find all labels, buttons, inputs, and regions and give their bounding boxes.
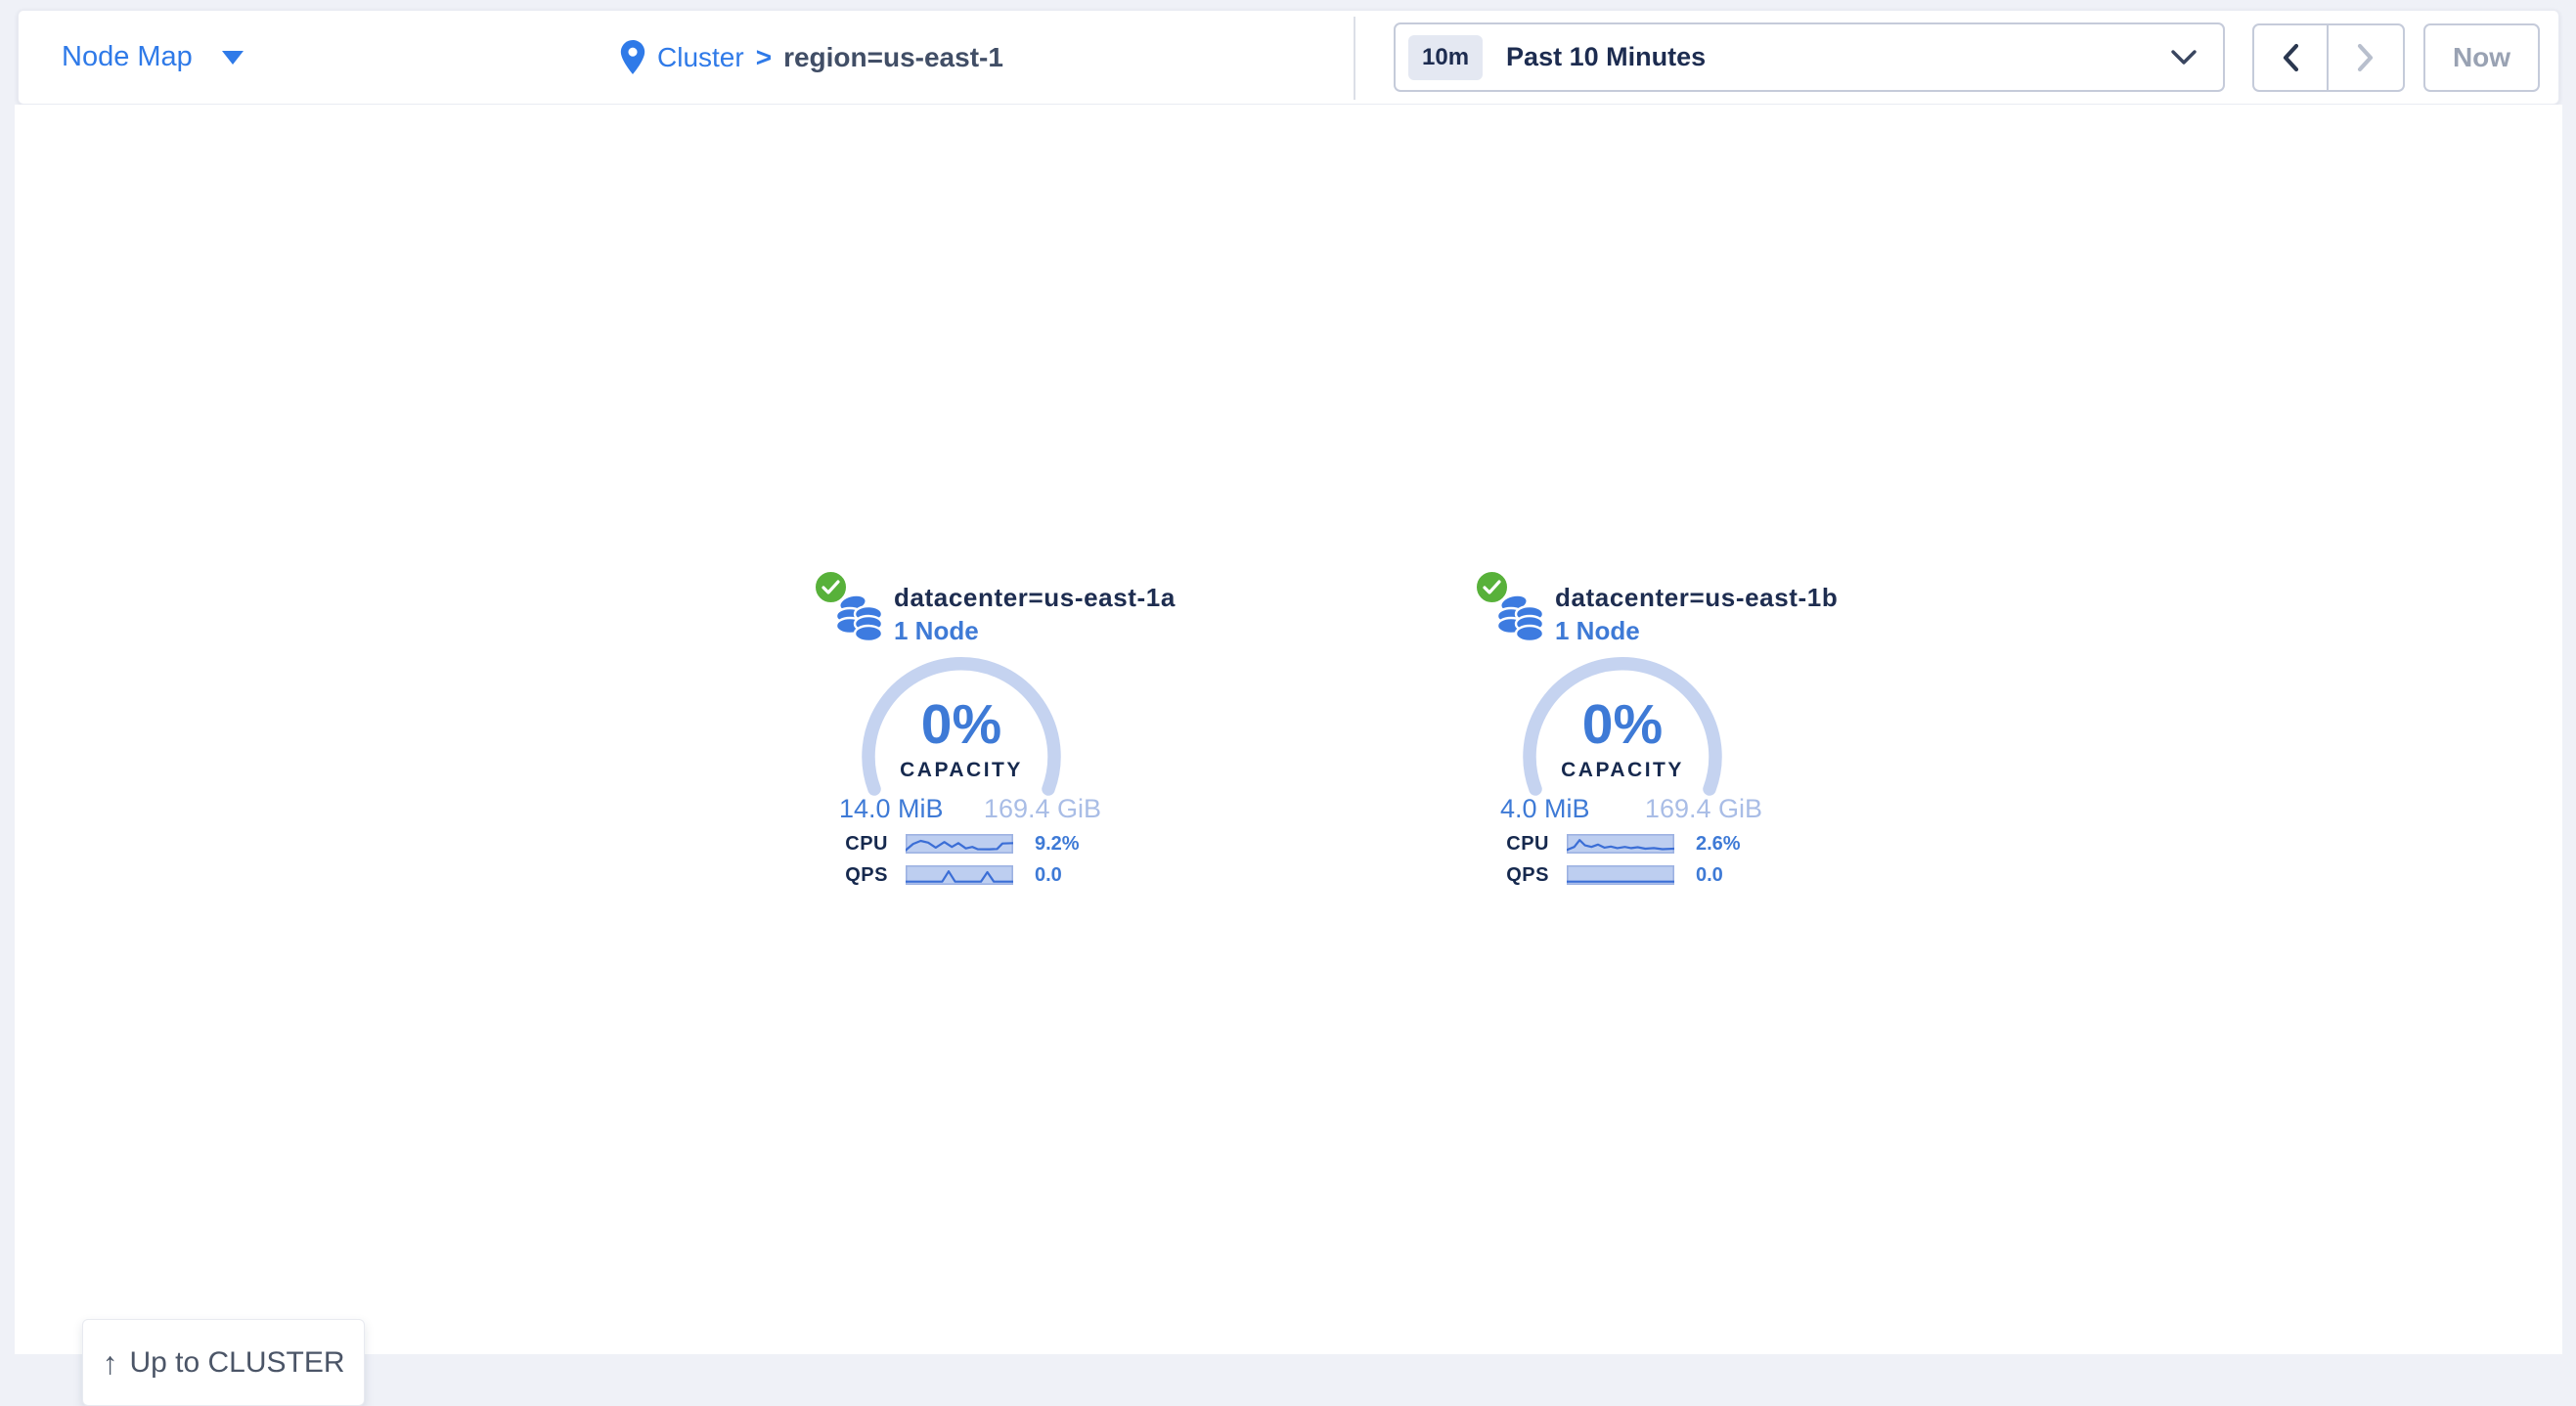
up-to-cluster-label: Up to CLUSTER (129, 1346, 344, 1380)
qps-metric-row: QPS 0.0 (822, 863, 1101, 887)
cpu-sparkline (1567, 834, 1674, 854)
chevron-left-icon (2280, 42, 2301, 73)
up-to-cluster-button[interactable]: ↑ Up to CLUSTER (82, 1319, 365, 1406)
time-window-select[interactable]: 10m Past 10 Minutes (1394, 22, 2225, 92)
cpu-label: CPU (822, 833, 888, 856)
capacity-gauge: 0% CAPACITY (858, 653, 1065, 802)
cpu-metric-row: CPU 9.2% (822, 832, 1101, 856)
cpu-value: 9.2% (1035, 833, 1080, 856)
capacity-values-row: 14.0 MiB 169.4 GiB (839, 794, 1101, 824)
topbar-divider (1354, 17, 1355, 100)
time-prev-button[interactable] (2254, 25, 2329, 90)
up-arrow-icon: ↑ (102, 1347, 117, 1379)
qps-value: 0.0 (1696, 864, 1723, 887)
locality-card-us-east-1a[interactable]: datacenter=us-east-1a 1 Node 0% CAPACITY… (822, 567, 1101, 892)
capacity-total: 169.4 GiB (984, 794, 1101, 824)
capacity-percent: 0% (1519, 692, 1726, 757)
time-window-label: Past 10 Minutes (1506, 42, 1706, 72)
cpu-metric-row: CPU 2.6% (1483, 832, 1762, 856)
time-next-button[interactable] (2329, 25, 2403, 90)
cpu-sparkline (906, 834, 1013, 854)
time-window-badge: 10m (1408, 35, 1483, 80)
status-healthy-icon (1475, 570, 1509, 604)
capacity-label: CAPACITY (1519, 759, 1726, 782)
view-selector-label: Node Map (62, 41, 193, 73)
cpu-value: 2.6% (1696, 833, 1741, 856)
locality-node-count[interactable]: 1 Node (894, 616, 979, 646)
breadcrumb-cluster-link[interactable]: Cluster (657, 42, 744, 73)
top-bar: Node Map Cluster > region=us-east-1 10m … (18, 10, 2559, 105)
location-pin-icon (620, 40, 645, 75)
breadcrumb-separator: > (756, 42, 772, 73)
capacity-values-row: 4.0 MiB 169.4 GiB (1500, 794, 1762, 824)
qps-metric-row: QPS 0.0 (1483, 863, 1762, 887)
qps-label: QPS (1483, 864, 1549, 887)
chevron-down-icon (2170, 49, 2198, 66)
cpu-label: CPU (1483, 833, 1549, 856)
capacity-gauge: 0% CAPACITY (1519, 653, 1726, 802)
node-map-canvas: datacenter=us-east-1a 1 Node 0% CAPACITY… (15, 105, 2562, 1354)
status-healthy-icon (814, 570, 848, 604)
capacity-used: 4.0 MiB (1500, 794, 1590, 824)
qps-sparkline (1567, 865, 1674, 885)
now-button[interactable]: Now (2423, 23, 2540, 92)
time-nav-arrows (2252, 23, 2405, 92)
qps-label: QPS (822, 864, 888, 887)
qps-value: 0.0 (1035, 864, 1062, 887)
capacity-total: 169.4 GiB (1645, 794, 1762, 824)
capacity-used: 14.0 MiB (839, 794, 944, 824)
locality-name: datacenter=us-east-1a (894, 583, 1176, 613)
capacity-percent: 0% (858, 692, 1065, 757)
chevron-right-icon (2355, 42, 2376, 73)
qps-sparkline (906, 865, 1013, 885)
capacity-label: CAPACITY (858, 759, 1065, 782)
caret-down-icon (222, 51, 244, 65)
view-selector-dropdown[interactable]: Node Map (62, 11, 244, 104)
locality-name: datacenter=us-east-1b (1555, 583, 1838, 613)
breadcrumb: Cluster > region=us-east-1 (620, 11, 1003, 104)
breadcrumb-current: region=us-east-1 (783, 42, 1003, 73)
locality-node-count[interactable]: 1 Node (1555, 616, 1640, 646)
locality-card-us-east-1b[interactable]: datacenter=us-east-1b 1 Node 0% CAPACITY… (1483, 567, 1762, 892)
